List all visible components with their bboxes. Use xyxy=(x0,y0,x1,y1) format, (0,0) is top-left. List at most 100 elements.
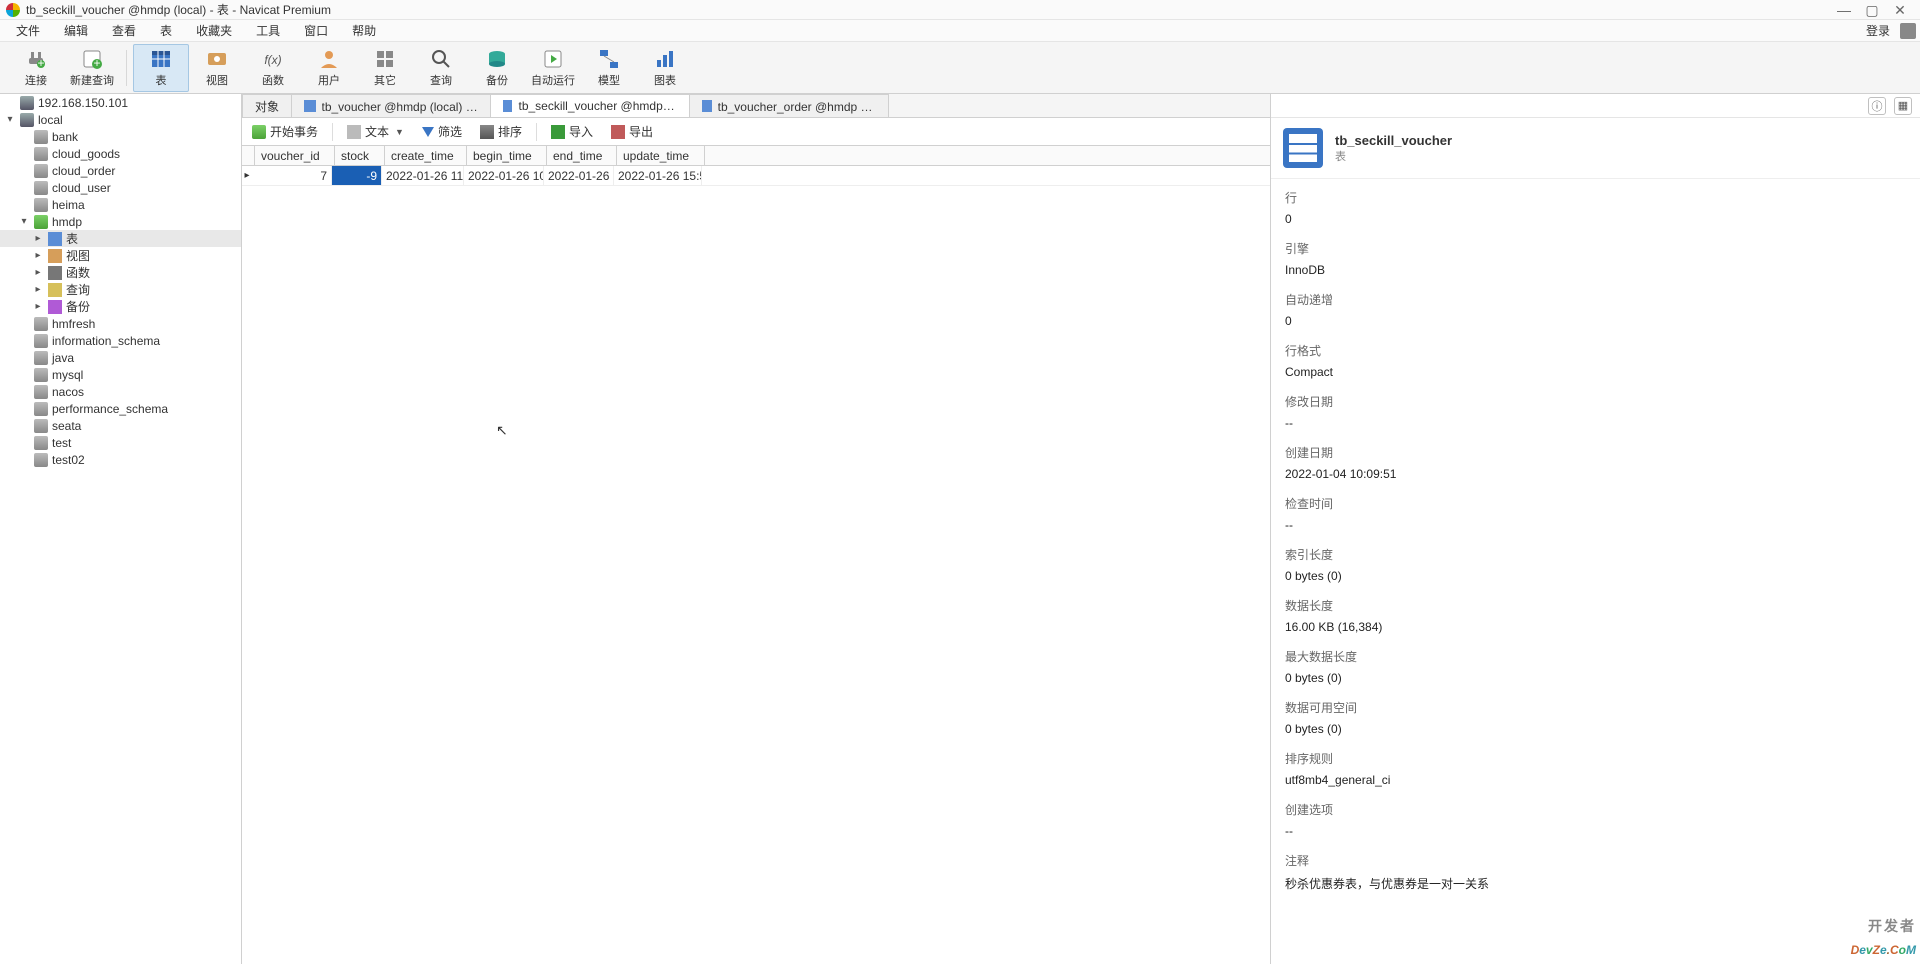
info-icon[interactable]: ⓘ xyxy=(1868,97,1886,115)
newq-icon: + xyxy=(81,48,103,70)
tree-performance_schema[interactable]: ▸performance_schema xyxy=(0,400,241,417)
grid-body[interactable]: ▸7-92022-01-26 11:2022-01-26 102022-01-2… xyxy=(242,166,1270,964)
cell-voucher_id[interactable]: 7 xyxy=(252,166,332,185)
maximize-button[interactable]: ▢ xyxy=(1858,3,1886,17)
menu-文件[interactable]: 文件 xyxy=(4,20,52,42)
menu-查看[interactable]: 查看 xyxy=(100,20,148,42)
tree-java[interactable]: ▸java xyxy=(0,349,241,366)
table-row[interactable]: ▸7-92022-01-26 11:2022-01-26 102022-01-2… xyxy=(242,166,1270,186)
import-button[interactable]: 导入 xyxy=(547,121,597,143)
begin-transaction-button[interactable]: 开始事务 xyxy=(248,121,322,143)
tree-nacos[interactable]: ▸nacos xyxy=(0,383,241,400)
menu-收藏夹[interactable]: 收藏夹 xyxy=(184,20,244,42)
tree-bank[interactable]: ▸bank xyxy=(0,128,241,145)
expand-icon[interactable]: ▸ xyxy=(32,301,44,312)
sort-button[interactable]: 排序 xyxy=(476,121,526,143)
avatar-icon[interactable] xyxy=(1900,23,1916,39)
menu-表[interactable]: 表 xyxy=(148,20,184,42)
col-update_time[interactable]: update_time xyxy=(617,146,705,165)
filter-button[interactable]: 筛选 xyxy=(418,121,466,143)
tree-hmfresh[interactable]: ▸hmfresh xyxy=(0,315,241,332)
tool-chart[interactable]: 图表 xyxy=(637,44,693,92)
tree-label: information_schema xyxy=(52,334,160,348)
tree-hmdp[interactable]: ▾hmdp xyxy=(0,213,241,230)
tree-函数[interactable]: ▸函数 xyxy=(0,264,241,281)
tool-label: 视图 xyxy=(206,72,228,88)
tree-视图[interactable]: ▸视图 xyxy=(0,247,241,264)
tool-label: 其它 xyxy=(374,72,396,88)
expand-icon[interactable]: ▾ xyxy=(4,114,16,125)
sidebar[interactable]: ▸192.168.150.101▾local▸bank▸cloud_goods▸… xyxy=(0,94,242,964)
tree-label: performance_schema xyxy=(52,402,168,416)
menu-工具[interactable]: 工具 xyxy=(244,20,292,42)
tool-user[interactable]: 用户 xyxy=(301,44,357,92)
tab[interactable]: 对象 xyxy=(242,94,292,117)
filter-label: 筛选 xyxy=(438,123,462,140)
tool-plug[interactable]: +连接 xyxy=(8,44,64,92)
cell-update_time[interactable]: 2022-01-26 15:5 xyxy=(614,166,702,185)
tool-newq[interactable]: +新建查询 xyxy=(64,44,120,92)
tool-table[interactable]: 表 xyxy=(133,44,189,92)
tool-auto[interactable]: 自动运行 xyxy=(525,44,581,92)
ddl-icon[interactable]: ▦ xyxy=(1894,97,1912,115)
export-button[interactable]: 导出 xyxy=(607,121,657,143)
col-begin_time[interactable]: begin_time xyxy=(467,146,547,165)
tool-model[interactable]: 模型 xyxy=(581,44,637,92)
tree-mysql[interactable]: ▸mysql xyxy=(0,366,241,383)
tool-other[interactable]: 其它 xyxy=(357,44,413,92)
tree-test[interactable]: ▸test xyxy=(0,434,241,451)
info-label: 引擎 xyxy=(1285,240,1906,257)
menu-帮助[interactable]: 帮助 xyxy=(340,20,388,42)
tree-备份[interactable]: ▸备份 xyxy=(0,298,241,315)
cell-end_time[interactable]: 2022-01-26 2 xyxy=(544,166,614,185)
tab[interactable]: tb_seckill_voucher @hmdp (local) - ... xyxy=(490,94,690,117)
tool-backup[interactable]: 备份 xyxy=(469,44,525,92)
tool-label: 模型 xyxy=(598,72,620,88)
col-create_time[interactable]: create_time xyxy=(385,146,467,165)
cell-begin_time[interactable]: 2022-01-26 10 xyxy=(464,166,544,185)
tab[interactable]: tb_voucher @hmdp (local) - 表 xyxy=(291,94,491,117)
tree-cloud_user[interactable]: ▸cloud_user xyxy=(0,179,241,196)
tree-cloud_order[interactable]: ▸cloud_order xyxy=(0,162,241,179)
col-stock[interactable]: stock xyxy=(335,146,385,165)
row-indicator-icon: ▸ xyxy=(242,166,252,185)
expand-icon[interactable]: ▸ xyxy=(32,284,44,295)
tree-查询[interactable]: ▸查询 xyxy=(0,281,241,298)
tool-view[interactable]: 视图 xyxy=(189,44,245,92)
titlebar: tb_seckill_voucher @hmdp (local) - 表 - N… xyxy=(0,0,1920,20)
cell-stock[interactable]: -9 xyxy=(332,166,382,185)
watermark-bottom: DevZe.CoM xyxy=(1851,937,1916,960)
tree-seata[interactable]: ▸seata xyxy=(0,417,241,434)
minimize-button[interactable]: — xyxy=(1830,3,1858,17)
cell-create_time[interactable]: 2022-01-26 11: xyxy=(382,166,464,185)
col-end_time[interactable]: end_time xyxy=(547,146,617,165)
text-icon xyxy=(347,125,361,139)
tree-label: nacos xyxy=(52,385,84,399)
expand-icon[interactable]: ▸ xyxy=(32,250,44,261)
svg-text:+: + xyxy=(93,56,100,70)
tool-query[interactable]: 查询 xyxy=(413,44,469,92)
export-label: 导出 xyxy=(629,123,653,140)
tab[interactable]: tb_voucher_order @hmdp (local) - 表 xyxy=(689,94,889,117)
expand-icon[interactable]: ▾ xyxy=(18,216,30,227)
tree-information_schema[interactable]: ▸information_schema xyxy=(0,332,241,349)
menu-编辑[interactable]: 编辑 xyxy=(52,20,100,42)
col-voucher_id[interactable]: voucher_id xyxy=(255,146,335,165)
expand-icon[interactable]: ▸ xyxy=(32,267,44,278)
info-value: 0 bytes (0) xyxy=(1285,722,1906,736)
tool-fx[interactable]: f(x)函数 xyxy=(245,44,301,92)
tree-local[interactable]: ▾local xyxy=(0,111,241,128)
menu-窗口[interactable]: 窗口 xyxy=(292,20,340,42)
tree-192.168.150.101[interactable]: ▸192.168.150.101 xyxy=(0,94,241,111)
tool-label: 图表 xyxy=(654,72,676,88)
close-button[interactable]: ✕ xyxy=(1886,3,1914,17)
info-label: 最大数据长度 xyxy=(1285,648,1906,665)
expand-icon[interactable]: ▸ xyxy=(32,233,44,244)
tree-heima[interactable]: ▸heima xyxy=(0,196,241,213)
login-button[interactable]: 登录 xyxy=(1856,22,1900,39)
dbg-icon xyxy=(34,368,48,382)
tree-表[interactable]: ▸表 xyxy=(0,230,241,247)
tree-test02[interactable]: ▸test02 xyxy=(0,451,241,468)
text-button[interactable]: 文本▼ xyxy=(343,121,408,143)
tree-cloud_goods[interactable]: ▸cloud_goods xyxy=(0,145,241,162)
